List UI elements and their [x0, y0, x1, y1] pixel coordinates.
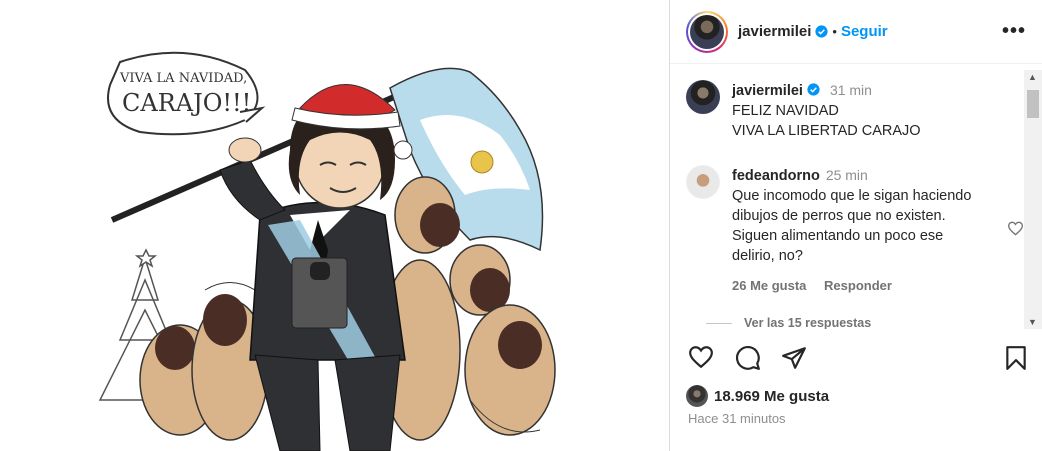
list-item: fedeandorno 25 min Que incomodo que le si… — [670, 165, 1024, 329]
view-replies-button[interactable]: Ver las 15 respuestas — [744, 313, 871, 329]
verified-badge-icon — [815, 25, 828, 38]
separator-dot: • — [832, 24, 837, 39]
scrollbar-thumb[interactable] — [1027, 90, 1039, 118]
dogs-left — [139, 282, 269, 441]
comment-heart-icon[interactable] — [1007, 221, 1024, 236]
caption-time: 31 min — [829, 82, 872, 98]
avatar[interactable] — [686, 80, 720, 114]
heart-icon[interactable] — [688, 345, 714, 369]
story-ring-avatar[interactable] — [686, 10, 728, 53]
speech-bubble: VIVA LA NAVIDAD, CARAJO!!! — [107, 51, 266, 136]
comment-icon[interactable] — [735, 345, 761, 371]
caption-username[interactable]: javiermilei — [732, 83, 803, 99]
comment-time: 25 min — [825, 167, 868, 183]
likes-row[interactable]: 18.969 Me gusta — [686, 385, 829, 407]
avatar — [690, 14, 724, 49]
divider — [706, 322, 732, 324]
scroll-down-icon[interactable]: ▼ — [1028, 317, 1037, 327]
comments-list[interactable]: javiermilei 31 min FELIZ NAVIDAD VIVA LA … — [670, 64, 1024, 329]
likes-count[interactable]: 18.969 Me gusta — [714, 388, 829, 405]
share-icon[interactable] — [781, 345, 807, 371]
comment-text: Que incomodo que le sigan haciendo dibuj… — [732, 188, 972, 264]
header-username[interactable]: javiermilei — [738, 23, 811, 40]
caption-line-1: FELIZ NAVIDAD — [732, 103, 839, 119]
caption-comment: javiermilei 31 min FELIZ NAVIDAD VIVA LA … — [670, 80, 1024, 141]
more-options-icon[interactable]: ••• — [1002, 20, 1026, 43]
post-image[interactable]: VIVA LA NAVIDAD, CARAJO!!! — [0, 0, 670, 451]
post-timestamp: Hace 31 minutos — [688, 411, 786, 426]
avatar — [686, 385, 708, 407]
follow-button[interactable]: Seguir — [841, 23, 888, 40]
action-bar — [686, 345, 1028, 377]
cartoon-illustration: VIVA LA NAVIDAD, CARAJO!!! — [98, 51, 556, 451]
caption-line-2: VIVA LA LIBERTAD CARAJO — [732, 123, 921, 139]
comment-likes[interactable]: 26 Me gusta — [732, 278, 806, 293]
post-sidebar: javiermilei • Seguir ••• javiermilei 31 m… — [670, 0, 1042, 451]
verified-badge-icon — [807, 83, 820, 96]
speech-line-1: VIVA LA NAVIDAD, — [119, 71, 247, 86]
speech-line-2: CARAJO!!! — [122, 89, 251, 117]
avatar[interactable] — [686, 165, 720, 199]
comment-username[interactable]: fedeandorno — [732, 168, 820, 184]
post-header: javiermilei • Seguir ••• — [670, 0, 1042, 64]
scroll-up-icon[interactable]: ▲ — [1028, 72, 1037, 82]
bookmark-icon[interactable] — [1004, 345, 1028, 371]
reply-button[interactable]: Responder — [824, 278, 892, 293]
scrollbar[interactable]: ▲ ▼ — [1024, 70, 1042, 329]
instagram-post-view: VIVA LA NAVIDAD, CARAJO!!! javiermilei •… — [0, 0, 1042, 451]
